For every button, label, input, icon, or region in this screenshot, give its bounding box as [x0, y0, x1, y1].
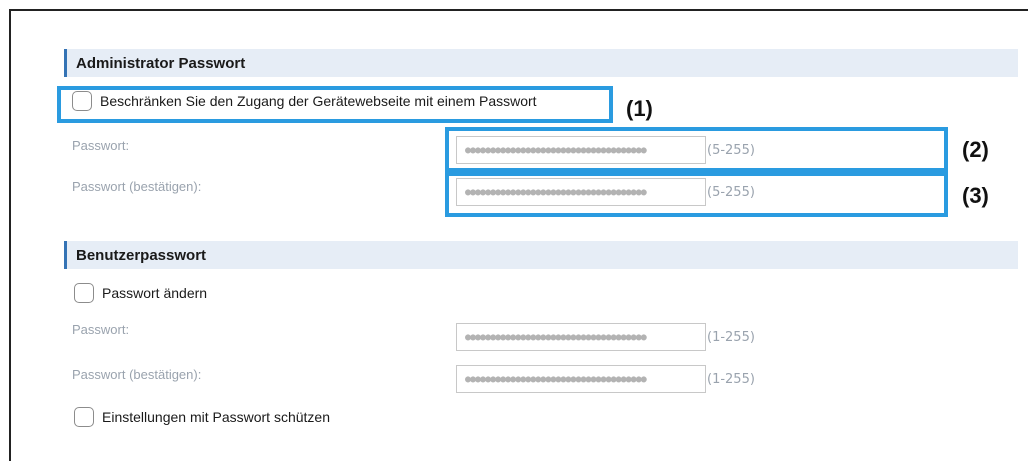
user-confirm-field[interactable] — [456, 365, 706, 393]
callout-label-1: (1) — [626, 96, 653, 121]
user-password-field[interactable] — [456, 323, 706, 351]
admin-password-label: Passwort: — [72, 138, 130, 153]
user-password-title: Benutzerpasswort — [76, 246, 207, 264]
user-password-label: Passwort: — [72, 322, 130, 337]
admin-confirm-label: Passwort (bestätigen): — [72, 179, 202, 194]
protect-settings-label: Einstellungen mit Passwort schützen — [102, 409, 330, 425]
change-password-label: Passwort ändern — [102, 285, 208, 301]
user-password-header: Benutzerpasswort — [64, 241, 1018, 269]
callout-label-2: (2) — [962, 137, 989, 162]
section-accent-bar — [64, 49, 67, 77]
admin-password-header: Administrator Passwort — [64, 49, 1018, 77]
protect-settings-checkbox[interactable] — [74, 407, 94, 427]
callout-box-3 — [445, 172, 948, 217]
change-password-row[interactable]: Passwort ändern — [74, 283, 207, 303]
user-confirm-range: (1-255) — [707, 372, 755, 387]
change-password-checkbox[interactable] — [74, 283, 94, 303]
admin-password-title: Administrator Passwort — [76, 54, 246, 72]
callout-label-3: (3) — [962, 183, 989, 208]
callout-box-2 — [445, 127, 948, 172]
user-password-range: (1-255) — [707, 330, 755, 345]
user-confirm-label: Passwort (bestätigen): — [72, 367, 202, 382]
protect-settings-row[interactable]: Einstellungen mit Passwort schützen — [74, 407, 330, 427]
callout-box-1 — [57, 86, 613, 123]
section-accent-bar — [64, 241, 67, 269]
